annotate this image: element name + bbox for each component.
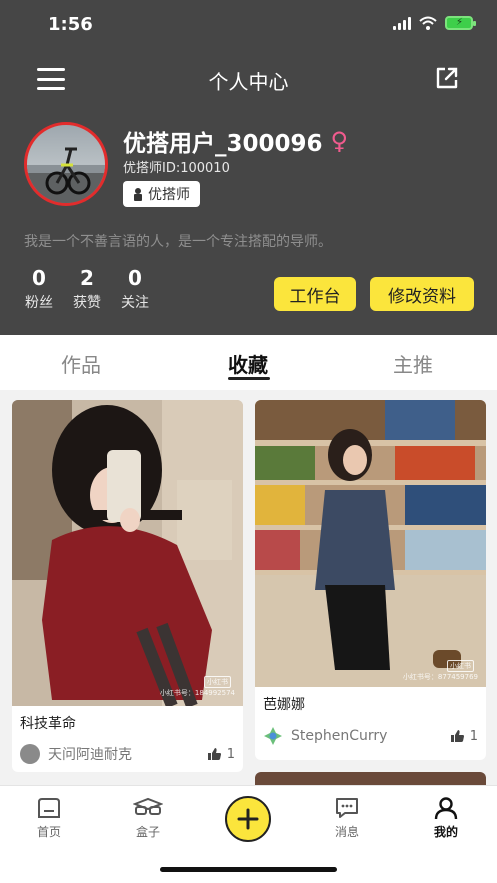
post-title: 科技革命	[20, 716, 76, 732]
tabbar-item-box[interactable]: 盒子	[118, 796, 178, 840]
bio: 我是一个不善言语的人，是一个专注搭配的导师。	[24, 234, 332, 250]
plus-icon	[237, 808, 259, 830]
post-meta: StephenCurry 1	[263, 726, 478, 746]
status-icons: ⚡	[393, 16, 476, 30]
home-indicator	[160, 867, 337, 872]
status-bar: 1:56 ⚡	[0, 0, 497, 50]
stat-value: 0	[128, 266, 142, 290]
post-watermark: 小红书号：877459769	[402, 673, 478, 681]
tabbar-label: 消息	[334, 825, 359, 839]
top-nav: 个人中心	[0, 60, 497, 100]
profile-header: 1:56 ⚡ 个人中心 优搭用户_300096 ♀ 优搭师ID:100010 优…	[0, 0, 497, 335]
role-label: 优搭师	[148, 187, 190, 203]
post-author[interactable]: StephenCurry	[291, 728, 451, 744]
tabbar-item-me[interactable]: 我的	[416, 796, 476, 840]
stat-label: 关注	[121, 295, 149, 311]
post-image	[12, 400, 243, 706]
stat-fans[interactable]: 0 粉丝	[24, 266, 54, 312]
tab-featured[interactable]: 主推	[393, 349, 433, 378]
like-button[interactable]: 1	[207, 746, 235, 762]
page-title: 个人中心	[208, 70, 289, 94]
role-badge: 优搭师	[123, 181, 200, 207]
tabbar-label: 我的	[433, 825, 458, 839]
create-post-button[interactable]	[225, 796, 271, 842]
post-meta: 天问阿迪耐克 1	[20, 744, 235, 764]
edit-profile-button[interactable]: 修改资料	[370, 277, 474, 311]
author-avatar[interactable]	[263, 726, 283, 746]
tab-favorites[interactable]: 收藏	[228, 349, 268, 378]
battery-icon: ⚡	[445, 16, 476, 30]
post-stamp: 小红书	[204, 676, 231, 688]
wifi-icon	[419, 16, 437, 30]
tab-works[interactable]: 作品	[61, 349, 101, 378]
post-title: 芭娜娜	[263, 697, 305, 713]
content-tabs: 作品 收藏 主推	[0, 335, 497, 390]
person-icon	[434, 797, 458, 820]
tabbar-label: 首页	[36, 825, 61, 839]
active-tab-indicator	[228, 377, 270, 380]
glasses-icon	[133, 797, 163, 815]
avatar[interactable]	[24, 122, 108, 206]
stat-value: 2	[80, 266, 94, 290]
stats: 0 粉丝 2 获赞 0 关注	[24, 266, 150, 312]
signal-icon	[393, 16, 411, 30]
workbench-button[interactable]: 工作台	[274, 277, 356, 311]
post-card[interactable]: 小红书号：184992574 小红书 科技革命 天问阿迪耐克 1	[12, 400, 243, 772]
tabbar-label: 盒子	[135, 825, 160, 839]
tabbar-item-messages[interactable]: 消息	[317, 796, 377, 840]
stat-value: 0	[32, 266, 46, 290]
message-icon	[336, 798, 358, 818]
username-row: 优搭用户_300096 ♀	[123, 124, 348, 158]
tabbar-item-home[interactable]: 首页	[19, 796, 79, 840]
stat-label: 粉丝	[25, 295, 53, 311]
post-watermark: 小红书号：184992574	[159, 689, 235, 697]
like-count: 1	[226, 746, 235, 762]
lock-icon	[134, 188, 142, 201]
post-card[interactable]: 小红书号：877459769 小红书 芭娜娜 StephenCurry 1	[255, 400, 486, 760]
share-icon[interactable]	[435, 66, 459, 90]
home-icon	[38, 798, 60, 818]
female-icon: ♀	[330, 127, 349, 155]
post-card-partial[interactable]	[255, 772, 486, 785]
stat-label: 获赞	[73, 295, 101, 311]
status-time: 1:56	[48, 14, 93, 35]
author-avatar[interactable]	[20, 744, 40, 764]
like-button[interactable]: 1	[450, 728, 478, 744]
post-image	[255, 400, 486, 687]
bicycle-photo	[27, 147, 105, 203]
favorites-feed: 小红书号：184992574 小红书 科技革命 天问阿迪耐克 1 小红书号：87…	[0, 390, 497, 785]
post-stamp: 小红书	[447, 660, 474, 672]
post-author[interactable]: 天问阿迪耐克	[48, 744, 208, 764]
like-count: 1	[469, 728, 478, 744]
thumbs-up-icon	[207, 748, 221, 760]
username: 优搭用户_300096	[123, 131, 323, 157]
stat-following[interactable]: 0 关注	[120, 266, 150, 312]
user-id: 优搭师ID:100010	[123, 161, 230, 176]
thumbs-up-icon	[450, 730, 464, 742]
stat-likes[interactable]: 2 获赞	[72, 266, 102, 312]
